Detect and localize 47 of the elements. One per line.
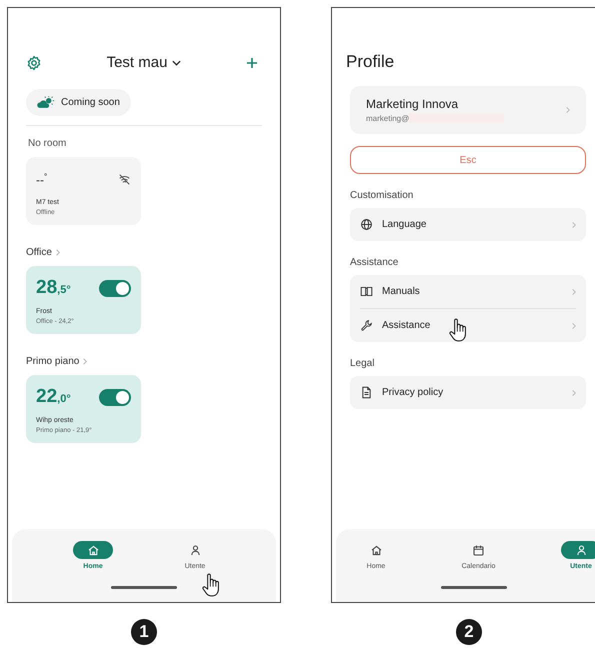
section-title: Assistance: [350, 257, 398, 268]
room-title[interactable]: Primo piano: [26, 356, 80, 367]
temperature-reading: --$^{°}$: [36, 172, 48, 186]
caret-icon: [172, 60, 182, 66]
sun-cloud-icon: [37, 96, 55, 109]
settings-row[interactable]: Privacy policy: [360, 376, 576, 409]
hand-cursor-icon: [201, 572, 221, 598]
settings-icon[interactable]: [26, 54, 42, 70]
home-indicator: [440, 586, 506, 589]
account-email: marketing@: [366, 114, 410, 122]
calendar-icon: [472, 544, 485, 556]
weather-chip[interactable]: Coming soon: [26, 89, 131, 116]
chevron-right-icon: [56, 249, 60, 256]
home-indicator: [111, 586, 177, 589]
page-title: Profile: [346, 52, 394, 72]
room-title[interactable]: Office: [26, 247, 52, 258]
settings-row[interactable]: Assistance: [360, 309, 576, 342]
user-icon: [188, 544, 202, 556]
account-name: Marketing Innova: [366, 97, 460, 111]
chevron-right-icon: [572, 288, 576, 296]
book-icon: [360, 285, 373, 298]
wrench-icon: [360, 319, 373, 332]
chevron-right-icon: [572, 220, 576, 228]
temperature-reading: 28,5°: [36, 277, 71, 299]
home-selector[interactable]: Test mau: [106, 54, 182, 71]
toggle-switch[interactable]: [99, 280, 131, 296]
section-title: Legal: [350, 358, 374, 369]
home-icon: [86, 544, 100, 556]
toggle-switch[interactable]: [99, 388, 131, 406]
chevron-right-icon: [572, 322, 576, 330]
section-title: Customisation: [350, 190, 414, 201]
step-number: 2: [456, 619, 482, 645]
document-icon: [360, 386, 373, 399]
room-title: No room: [28, 138, 66, 149]
chevron-right-icon: [572, 388, 576, 396]
add-icon[interactable]: [246, 56, 258, 68]
user-icon: [574, 544, 588, 556]
settings-row[interactable]: Manuals: [360, 275, 576, 308]
settings-row[interactable]: Language: [360, 208, 576, 241]
wifi-off-icon: [118, 174, 131, 184]
globe-icon: [360, 218, 373, 231]
home-icon: [370, 544, 382, 556]
chevron-right-icon: [83, 358, 88, 365]
account-card[interactable]: Marketing Innova marketing@: [350, 86, 586, 134]
chevron-right-icon: [566, 106, 570, 114]
temperature-reading: 22,0°: [36, 386, 71, 408]
step-number: 1: [131, 619, 157, 645]
